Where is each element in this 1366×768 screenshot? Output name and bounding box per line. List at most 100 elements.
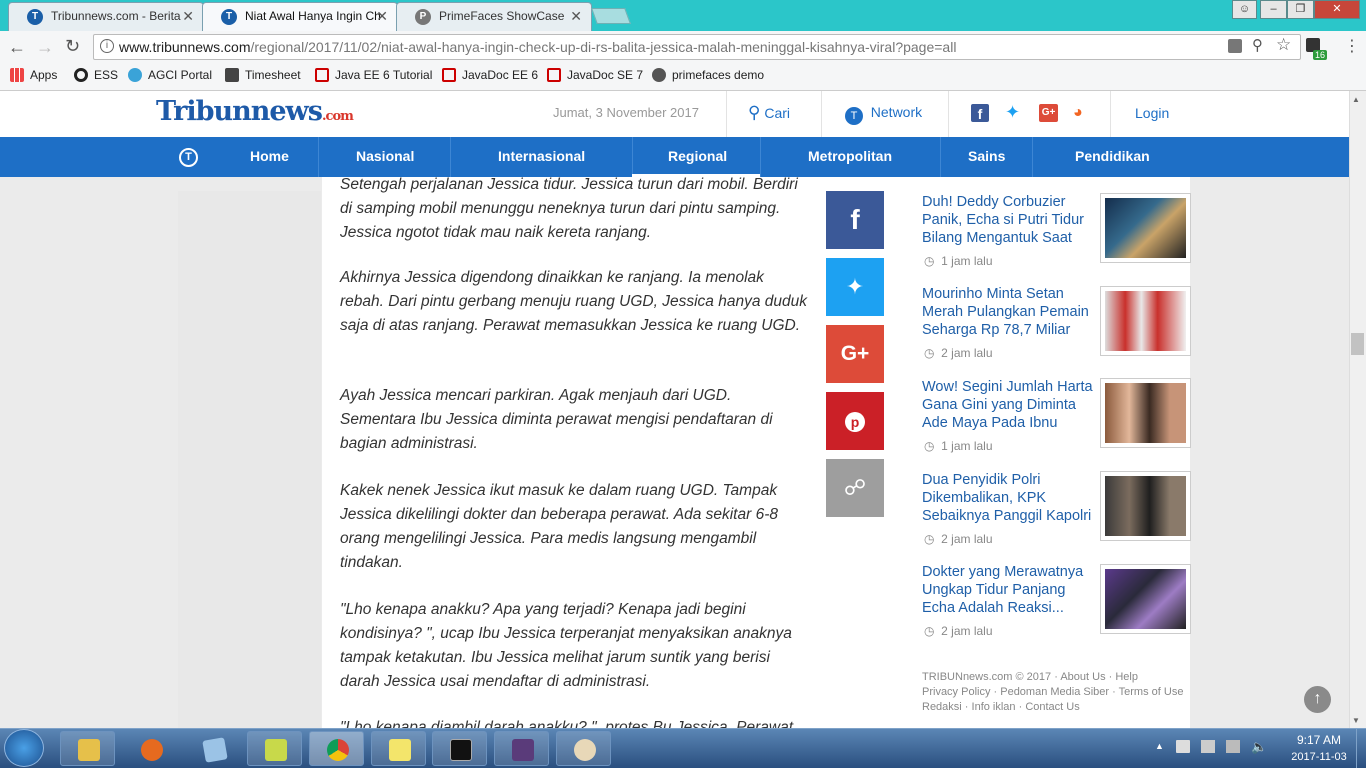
network-button[interactable]: T Network: [845, 104, 922, 125]
show-desktop-button[interactable]: [1356, 729, 1366, 768]
scroll-to-top-icon[interactable]: ↑: [1304, 686, 1331, 713]
tab-primefaces[interactable]: P PrimeFaces ShowCase ✕: [396, 2, 592, 31]
footer-links-line-2[interactable]: Privacy Policy · Pedoman Media Siber · T…: [922, 686, 1183, 698]
new-tab-button[interactable]: [591, 8, 631, 24]
oracle-icon: [547, 68, 561, 82]
tribun-favicon-icon: T: [221, 9, 237, 25]
site-settings-icon[interactable]: [1228, 39, 1242, 53]
url-path: /regional/2017/11/02/niat-awal-hanya-ing…: [250, 39, 957, 55]
left-ad-slot: [178, 191, 321, 736]
nav-nasional[interactable]: Nasional: [356, 148, 414, 164]
start-button[interactable]: [4, 729, 44, 767]
home-logo-icon[interactable]: T: [179, 148, 198, 167]
sticky-notes-icon: [389, 739, 411, 761]
timesheet-icon: [225, 68, 239, 82]
clock-icon: ◷: [924, 346, 935, 360]
nav-metropolitan[interactable]: Metropolitan: [808, 148, 892, 164]
close-window-button[interactable]: ✕: [1314, 0, 1360, 19]
clock-icon: ◷: [924, 254, 935, 268]
bookmark-star-icon[interactable]: ☆: [1276, 35, 1291, 55]
sidebar-item-title[interactable]: Dua Penyidik Polri Dikembalikan, KPK Seb…: [922, 471, 1094, 525]
scroll-up-icon[interactable]: ▲: [1352, 95, 1360, 104]
back-arrow-icon[interactable]: ←: [8, 37, 26, 58]
address-bar[interactable]: www.tribunnews.com/regional/2017/11/02/n…: [93, 34, 1301, 60]
tray-device-icon[interactable]: [1201, 740, 1215, 753]
sidebar-item-title[interactable]: Duh! Deddy Corbuzier Panik, Echa si Putr…: [922, 193, 1094, 247]
nav-regional[interactable]: Regional: [668, 148, 727, 164]
sidebar-item-title[interactable]: Mourinho Minta Setan Merah Pulangkan Pem…: [922, 285, 1094, 339]
sidebar-thumbnail[interactable]: [1100, 564, 1191, 634]
taskbar-cmd[interactable]: [432, 731, 487, 766]
chart-app-icon: [265, 739, 287, 761]
sidebar-item-title[interactable]: Dokter yang Merawatnya Ungkap Tidur Panj…: [922, 563, 1094, 617]
facebook-icon[interactable]: f: [971, 104, 989, 122]
search-button[interactable]: ⚲ Cari: [748, 103, 790, 123]
clock-time[interactable]: 9:17 AM: [1290, 733, 1348, 747]
tab-close-icon[interactable]: ✕: [182, 8, 194, 25]
bookmark-javadoc-ee6[interactable]: JavaDoc EE 6: [442, 68, 538, 82]
article-paragraph: Ayah Jessica mencari parkiran. Agak menj…: [340, 387, 773, 452]
nav-pendidikan[interactable]: Pendidikan: [1075, 148, 1150, 164]
bookmark-agci[interactable]: AGCI Portal: [128, 68, 212, 82]
minimize-button[interactable]: –: [1260, 0, 1287, 19]
bookmark-timesheet[interactable]: Timesheet: [225, 68, 301, 82]
bookmark-javaee6-tutorial[interactable]: Java EE 6 Tutorial: [315, 68, 432, 82]
tab-article[interactable]: T Niat Awal Hanya Ingin Ch ✕: [202, 2, 398, 31]
tab-close-icon[interactable]: ✕: [376, 8, 388, 25]
scroll-down-icon[interactable]: ▼: [1352, 716, 1360, 725]
bookmark-apps[interactable]: Apps: [10, 68, 57, 82]
taskbar-sticky-notes[interactable]: [371, 731, 426, 766]
nav-internasional[interactable]: Internasional: [498, 148, 585, 164]
maximize-button[interactable]: ❐: [1287, 0, 1314, 19]
tray-expand-icon[interactable]: ▲: [1155, 741, 1164, 751]
tray-flag-icon[interactable]: [1176, 740, 1190, 753]
taskbar-chrome[interactable]: [309, 731, 364, 766]
menu-icon[interactable]: ⋮: [1344, 36, 1360, 56]
share-googleplus-button[interactable]: G+: [826, 325, 884, 383]
taskbar-notepad[interactable]: [186, 731, 241, 766]
sidebar-thumbnail[interactable]: [1100, 471, 1191, 541]
bookmark-javadoc-se7[interactable]: JavaDoc SE 7: [547, 68, 643, 82]
share-pinterest-button[interactable]: p: [826, 392, 884, 450]
reload-icon[interactable]: ↻: [65, 36, 80, 57]
taskbar-app-chart[interactable]: [247, 731, 302, 766]
forward-arrow-icon[interactable]: →: [36, 37, 54, 58]
zoom-icon[interactable]: ⚲: [1252, 36, 1263, 54]
sidebar-item-title[interactable]: Wow! Segini Jumlah Harta Gana Gini yang …: [922, 378, 1094, 432]
bookmark-primefaces[interactable]: primefaces demo: [652, 68, 764, 82]
search-icon: ⚲: [748, 103, 761, 122]
nav-home[interactable]: Home: [250, 148, 289, 164]
article-paragraph: "Lho kenapa anakku? Apa yang terjadi? Ke…: [340, 601, 792, 690]
profile-button[interactable]: ☺: [1232, 0, 1257, 19]
chrome-icon: [327, 739, 349, 761]
tray-network-icon[interactable]: [1226, 740, 1240, 753]
bookmark-ess[interactable]: ESS: [74, 68, 118, 82]
info-icon[interactable]: i: [100, 39, 114, 53]
scrollbar-thumb[interactable]: [1351, 333, 1364, 355]
rss-icon[interactable]: ◕: [1073, 104, 1091, 122]
sidebar-thumbnail[interactable]: [1100, 286, 1191, 356]
site-logo[interactable]: Tribunnews.com: [156, 96, 354, 127]
share-twitter-button[interactable]: ✦: [826, 258, 884, 316]
share-facebook-button[interactable]: f: [826, 191, 884, 249]
sidebar-thumbnail[interactable]: [1100, 378, 1191, 448]
footer-links-line-3[interactable]: Redaksi · Info iklan · Contact Us: [922, 701, 1080, 713]
tab-tribunnews[interactable]: T Tribunnews.com - Berita ✕: [8, 2, 204, 31]
taskbar-javaee-ide[interactable]: [494, 731, 549, 766]
nav-sains[interactable]: Sains: [968, 148, 1005, 164]
sidebar-thumbnail[interactable]: [1100, 193, 1191, 263]
googleplus-icon[interactable]: G+: [1039, 104, 1058, 122]
taskbar-paint[interactable]: [556, 731, 611, 766]
footer-links-line-1[interactable]: TRIBUNnews.com © 2017 · About Us · Help: [922, 671, 1138, 683]
divider: [1110, 91, 1111, 137]
taskbar-firefox[interactable]: [123, 731, 178, 766]
twitter-icon[interactable]: ✦: [1005, 102, 1020, 123]
taskbar-explorer[interactable]: [60, 731, 115, 766]
tray-volume-icon[interactable]: 🔈: [1251, 739, 1267, 755]
clock-date[interactable]: 2017-11-03: [1284, 751, 1354, 763]
page-scrollbar[interactable]: [1349, 91, 1366, 728]
tab-close-icon[interactable]: ✕: [570, 8, 582, 25]
login-link[interactable]: Login: [1135, 105, 1169, 121]
divider: [948, 91, 949, 137]
share-more-button[interactable]: ☍: [826, 459, 884, 517]
